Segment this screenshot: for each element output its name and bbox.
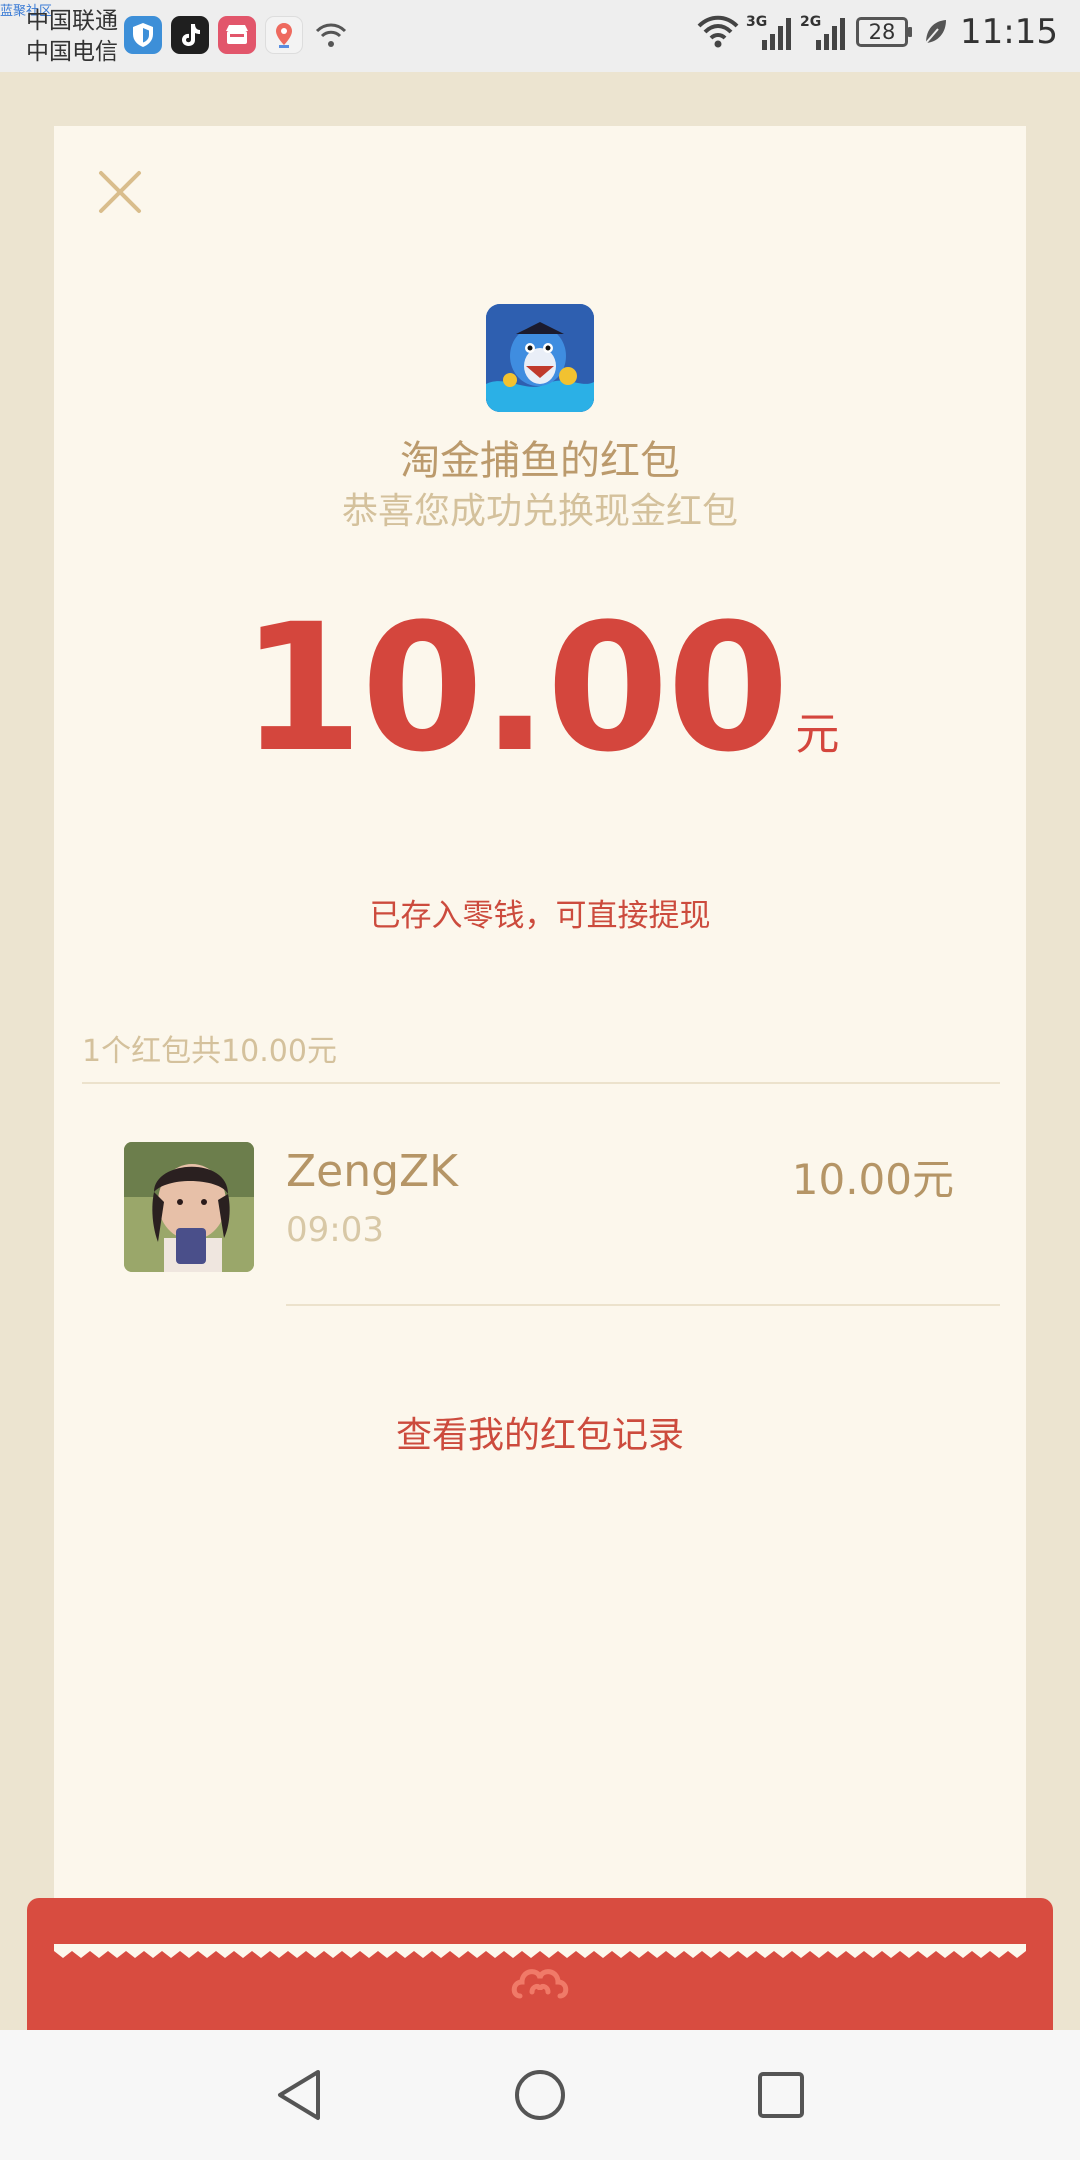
sender-name: ZengZK <box>286 1146 459 1197</box>
zigzag-edge <box>54 1944 1026 1958</box>
packet-subtitle: 恭喜您成功兑换现金红包 <box>341 491 738 532</box>
recents-button[interactable] <box>750 2064 812 2126</box>
packet-summary: 1个红包共10.00元 <box>82 1034 337 1069</box>
red-packet-card: 淘金捕鱼的红包 恭喜您成功兑换现金红包 10.00 元 已存入零钱，可直接提现 1… <box>54 126 1026 1946</box>
leaf-icon <box>925 20 947 44</box>
status-bar: 蓝聚社区 中国联通 中国电信 3G 2G 28 11:15 <box>0 0 1080 72</box>
list-item[interactable]: ZengZK 09:03 10.00元 <box>54 1084 1026 1306</box>
avatar <box>124 1142 254 1272</box>
signal-1-icon: 3G <box>746 12 794 52</box>
close-button[interactable] <box>90 162 150 222</box>
clock: 11:15 <box>960 12 1058 52</box>
back-button[interactable] <box>268 2064 330 2126</box>
back-triangle-icon <box>278 2070 320 2120</box>
battery-icon: 28 <box>856 17 913 47</box>
shield-icon <box>124 16 162 54</box>
receive-time: 09:03 <box>286 1210 384 1250</box>
amount-display: 10.00 元 <box>54 586 1026 791</box>
carrier-2: 中国电信 <box>26 39 118 65</box>
signal-2-icon: 2G <box>800 12 848 52</box>
wifi-icon <box>697 15 739 48</box>
divider <box>286 1304 1000 1306</box>
home-circle-icon <box>515 2070 565 2120</box>
wifi-question-icon <box>312 16 350 54</box>
system-status: 3G 2G 28 11:15 <box>696 12 1058 52</box>
battery-level: 28 <box>868 20 896 44</box>
close-icon <box>99 171 141 213</box>
packet-title: 淘金捕鱼的红包 <box>400 438 680 484</box>
shop-icon <box>218 16 256 54</box>
navigation-bar <box>0 2030 1080 2160</box>
carrier-1: 中国联通 <box>26 8 118 34</box>
carrier-labels: 中国联通 中国电信 <box>26 6 118 68</box>
map-pin-icon <box>265 16 303 54</box>
record-amount: 10.00元 <box>791 1155 954 1204</box>
amount-value: 10.00 <box>240 586 790 791</box>
recents-square-icon <box>758 2072 804 2118</box>
deposit-note: 已存入零钱，可直接提现 <box>369 898 711 934</box>
home-button[interactable] <box>509 2064 571 2126</box>
tiktok-icon <box>171 16 209 54</box>
game-app-icon <box>486 304 594 412</box>
view-records-link[interactable]: 查看我的红包记录 <box>54 1406 1026 1458</box>
notification-icons <box>124 16 350 54</box>
amount-unit: 元 <box>795 709 840 760</box>
cloud-emblem-icon <box>511 1969 569 1999</box>
